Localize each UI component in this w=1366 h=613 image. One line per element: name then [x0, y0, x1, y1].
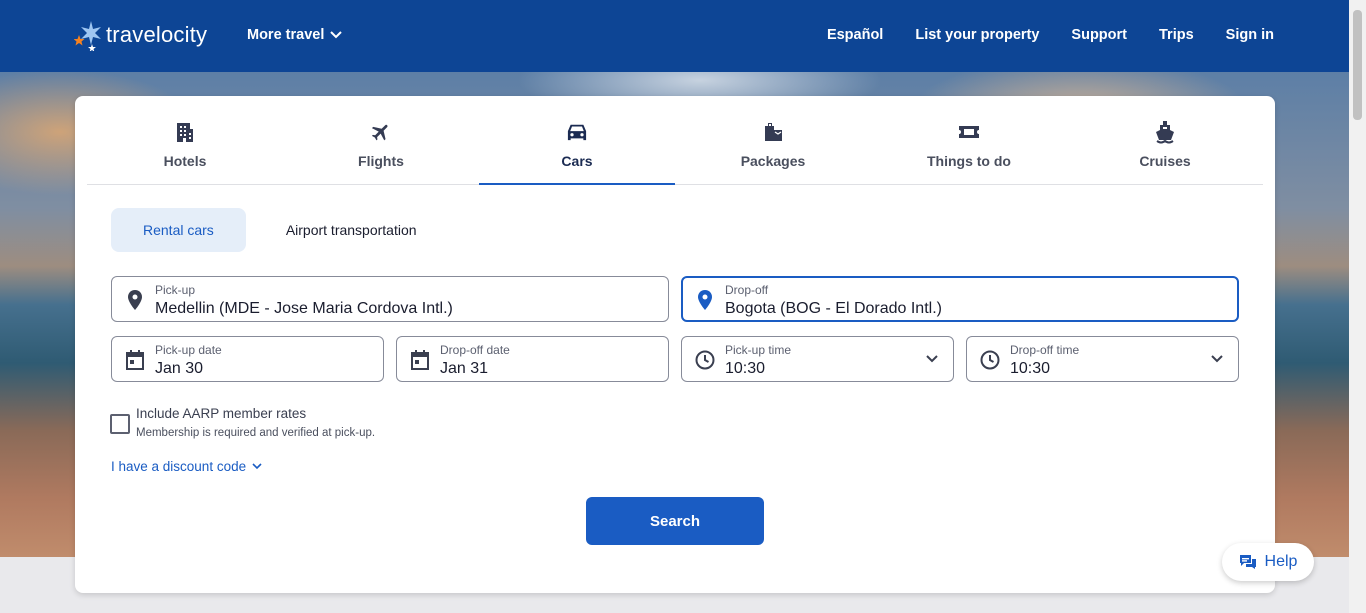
clock-icon — [694, 349, 716, 371]
pickup-time-value: 10:30 — [725, 360, 766, 377]
tab-cruises-label: Cruises — [1139, 153, 1191, 169]
pickup-date-field[interactable]: Pick-up date Jan 30 — [111, 336, 384, 382]
help-label: Help — [1264, 553, 1298, 570]
dropoff-date-label: Drop-off date — [440, 343, 510, 357]
search-button[interactable]: Search — [586, 497, 764, 545]
travelocity-logo[interactable]: travelocity — [74, 18, 207, 52]
aarp-checkbox[interactable] — [110, 414, 130, 434]
dropoff-value: Bogota (BOG - El Dorado Intl.) — [725, 300, 942, 317]
subtab-rental-cars[interactable]: Rental cars — [111, 208, 246, 252]
pickup-value: Medellin (MDE - Jose Maria Cordova Intl.… — [155, 300, 453, 317]
car-icon — [566, 120, 588, 144]
location-pin-icon — [694, 289, 716, 311]
chevron-down-icon — [1211, 355, 1223, 363]
aarp-note: Membership is required and verified at p… — [136, 427, 376, 439]
pickup-label: Pick-up — [155, 283, 196, 297]
more-travel-label: More travel — [247, 27, 325, 43]
help-button[interactable]: Help — [1222, 543, 1314, 581]
logo-star-icon — [74, 21, 101, 51]
tab-packages[interactable]: Packages — [675, 96, 871, 184]
tab-flights[interactable]: Flights — [283, 96, 479, 184]
clock-icon — [979, 349, 1001, 371]
discount-code-label: I have a discount code — [111, 459, 247, 474]
tab-cruises[interactable]: Cruises — [1067, 96, 1263, 184]
scrollbar-thumb[interactable] — [1353, 10, 1362, 120]
travel-type-tabs: Hotels Flights Cars Packages Things to d… — [87, 96, 1263, 185]
logo-text: travelocity — [106, 22, 208, 47]
dropoff-label: Drop-off — [725, 283, 769, 297]
suitcase-icon — [762, 120, 784, 144]
site-header: travelocity More travel Español List you… — [0, 0, 1349, 72]
tab-flights-label: Flights — [358, 153, 404, 169]
calendar-icon — [409, 349, 431, 371]
dropoff-time-value: 10:30 — [1010, 360, 1051, 377]
tab-hotels-label: Hotels — [163, 153, 207, 169]
calendar-icon — [124, 349, 146, 371]
tab-hotels[interactable]: Hotels — [87, 96, 283, 184]
pickup-time-select[interactable]: Pick-up time 10:30 — [681, 336, 954, 382]
chevron-down-icon — [330, 31, 343, 39]
chat-bubbles-icon — [1239, 555, 1256, 569]
search-card: Hotels Flights Cars Packages Things to d… — [75, 96, 1275, 593]
dropoff-time-select[interactable]: Drop-off time 10:30 — [966, 336, 1239, 382]
nav-support[interactable]: Support — [1071, 27, 1127, 43]
tab-cars-label: Cars — [561, 153, 593, 169]
tab-things-to-do[interactable]: Things to do — [871, 96, 1067, 184]
ticket-icon — [958, 120, 980, 144]
location-pin-icon — [124, 289, 146, 311]
tab-things-to-do-label: Things to do — [927, 153, 1011, 169]
pickup-time-label: Pick-up time — [725, 343, 792, 357]
pickup-date-value: Jan 30 — [155, 360, 204, 377]
dropoff-date-value: Jan 31 — [440, 360, 489, 377]
car-type-subtabs: Rental cars Airport transportation — [111, 208, 457, 252]
tab-packages-label: Packages — [740, 153, 806, 169]
subtab-airport-transportation[interactable]: Airport transportation — [246, 208, 457, 252]
tab-cars[interactable]: Cars — [479, 96, 675, 185]
dropoff-location-field[interactable]: Drop-off Bogota (BOG - El Dorado Intl.) — [681, 276, 1239, 322]
more-travel-menu[interactable]: More travel — [247, 27, 343, 43]
nav-trips[interactable]: Trips — [1159, 27, 1194, 43]
nav-list-property[interactable]: List your property — [915, 27, 1039, 43]
page-scrollbar[interactable] — [1349, 0, 1366, 613]
pickup-date-label: Pick-up date — [155, 343, 222, 357]
dropoff-date-field[interactable]: Drop-off date Jan 31 — [396, 336, 669, 382]
discount-code-toggle[interactable]: I have a discount code — [111, 459, 262, 474]
pickup-location-field[interactable]: Pick-up Medellin (MDE - Jose Maria Cordo… — [111, 276, 669, 322]
plane-icon — [370, 120, 392, 144]
hotel-icon — [175, 120, 195, 144]
aarp-label[interactable]: Include AARP member rates — [136, 406, 306, 421]
nav-sign-in[interactable]: Sign in — [1226, 27, 1274, 43]
dropoff-time-label: Drop-off time — [1010, 343, 1080, 357]
chevron-down-icon — [926, 355, 938, 363]
header-nav: Español List your property Support Trips… — [827, 27, 1274, 43]
ship-icon — [1155, 120, 1175, 144]
chevron-down-icon — [252, 463, 262, 470]
nav-espanol[interactable]: Español — [827, 27, 883, 43]
